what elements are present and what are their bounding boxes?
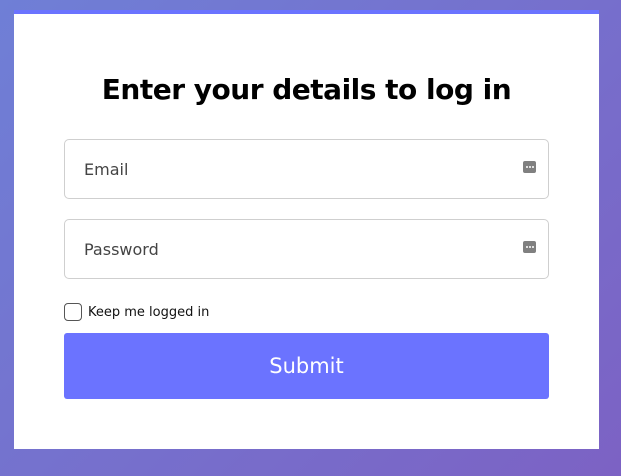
password-manager-icon[interactable] <box>523 241 536 253</box>
email-field-container <box>64 139 549 199</box>
password-field[interactable] <box>65 220 548 278</box>
keep-logged-in-row[interactable]: Keep me logged in <box>64 301 209 323</box>
keep-logged-in-label[interactable]: Keep me logged in <box>88 305 209 320</box>
email-field[interactable] <box>65 140 548 198</box>
page-title: Enter your details to log in <box>101 73 512 106</box>
login-card: Enter your details to log in Keep me log… <box>14 10 599 449</box>
password-manager-icon[interactable] <box>523 161 536 173</box>
keep-logged-in-checkbox[interactable] <box>64 303 82 321</box>
submit-button[interactable]: Submit <box>64 333 549 399</box>
password-field-container <box>64 219 549 279</box>
